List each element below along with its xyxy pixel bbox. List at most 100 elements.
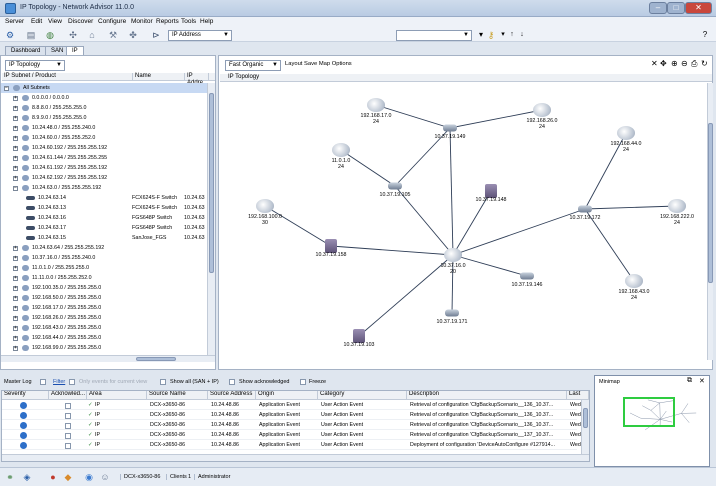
print-icon[interactable]: ⎙ [691, 59, 697, 69]
expand-toggle-icon[interactable]: + [13, 106, 18, 111]
expand-toggle-icon[interactable]: + [13, 176, 18, 181]
col-source-address[interactable]: Source Address [208, 391, 256, 399]
layout-select[interactable]: Fast Organic ▼ [225, 60, 281, 71]
col-source-name[interactable]: Source Name [147, 391, 208, 399]
acknowledge-checkbox[interactable] [65, 412, 71, 419]
filter-checkbox[interactable] [40, 379, 46, 385]
pan-icon[interactable]: ✥ [660, 59, 667, 68]
router-icon[interactable] [388, 182, 402, 190]
col-area[interactable]: Area [87, 391, 147, 399]
key-icon[interactable]: ⚷ [486, 30, 496, 40]
expand-toggle-icon[interactable]: + [13, 116, 18, 121]
menu-monitor[interactable]: Monitor [131, 18, 153, 25]
expand-toggle-icon[interactable]: + [13, 136, 18, 141]
acknowledge-checkbox[interactable] [65, 402, 71, 409]
subnet-cloud-icon[interactable] [533, 103, 551, 117]
freeze-checkbox[interactable] [300, 379, 306, 385]
menu-view[interactable]: View [48, 18, 62, 25]
col-last[interactable]: Last [567, 391, 589, 399]
subnet-cloud-icon[interactable] [332, 143, 350, 157]
show-ack-checkbox[interactable] [229, 379, 235, 385]
tree-device-row[interactable]: 10.24.63.17 FGS648P Switch 10.24.63 [1, 223, 207, 233]
col-name[interactable]: Name [133, 73, 185, 81]
expand-toggle-icon[interactable]: + [13, 326, 18, 331]
acknowledge-checkbox[interactable] [65, 422, 71, 429]
tree-subnet-row[interactable]: +192.168.26.0 / 255.255.255.0 [1, 313, 207, 323]
tree-device-row[interactable]: 10.24.63.15 SanJose_FGS 10.24.63 [1, 233, 207, 243]
menu-server[interactable]: Server [5, 18, 24, 25]
expand-toggle-icon[interactable]: + [13, 96, 18, 101]
minimap-dock-icon[interactable]: ⧉ [687, 377, 692, 385]
tree-subnet-row[interactable]: +10.24.48.0 / 255.255.240.0 [1, 123, 207, 133]
topology-view-select[interactable]: IP Topology ▼ [5, 60, 65, 71]
subnet-cloud-icon[interactable] [617, 126, 635, 140]
ip-address-select[interactable]: IP Address ▼ [168, 30, 232, 41]
layout-options-button[interactable]: Layout Save Map Options [285, 61, 352, 67]
tree-subnet-row[interactable]: − All Subnets [1, 83, 207, 93]
router-icon[interactable] [443, 124, 457, 132]
subnet-cloud-icon[interactable] [256, 199, 274, 213]
tree-subnet-row[interactable]: +10.24.60.192 / 255.255.255.192 [1, 143, 207, 153]
subnet-cloud-icon[interactable] [444, 248, 462, 262]
expand-toggle-icon[interactable]: + [13, 246, 18, 251]
tree-subnet-row[interactable]: +8.8.8.0 / 255.255.255.0 [1, 103, 207, 113]
tree-subnet-row[interactable]: +192.168.99.0 / 255.255.255.0 [1, 343, 207, 353]
subnet-cloud-icon[interactable] [367, 98, 385, 112]
subnet-cloud-icon[interactable] [668, 199, 686, 213]
tree-subnet-row[interactable]: +0.0.0.0 / 0.0.0.0 [1, 93, 207, 103]
subnet-cloud-icon[interactable] [625, 274, 643, 288]
topology-scrollbar[interactable] [707, 83, 713, 360]
col-ip-subnet[interactable]: IP Subnet / Product [2, 73, 133, 81]
tree-subnet-row[interactable]: +11.0.1.0 / 255.255.255.0 [1, 263, 207, 273]
expand-toggle-icon[interactable]: + [13, 346, 18, 351]
config-icon[interactable]: ⚒ [108, 30, 118, 40]
minimap-close-icon[interactable]: ✕ [699, 377, 705, 385]
tab-dashboard[interactable]: Dashboard [5, 46, 47, 55]
minimap-viewport[interactable] [623, 397, 675, 427]
expand-toggle-icon[interactable]: − [13, 186, 18, 191]
tab-ip[interactable]: IP [66, 46, 84, 55]
expand-toggle-icon[interactable]: + [13, 146, 18, 151]
help-icon[interactable]: ? [700, 30, 710, 40]
search-field[interactable]: ▼ [396, 30, 472, 41]
col-acknowledged[interactable]: Acknowled... [49, 391, 87, 399]
alert-icon[interactable]: ● [48, 472, 58, 482]
col-origin[interactable]: Origin [256, 391, 318, 399]
tree-subnet-row[interactable]: +10.24.61.144 / 255.255.255.255 [1, 153, 207, 163]
server-icon[interactable] [353, 329, 365, 343]
expand-toggle-icon[interactable]: + [13, 336, 18, 341]
col-category[interactable]: Category [318, 391, 407, 399]
device-icon[interactable]: ◉ [84, 472, 94, 482]
log-row[interactable]: ✓ IP DCX-x3650-86 10.24.48.86 Application Ev… [2, 441, 581, 450]
server-icon[interactable] [325, 239, 337, 253]
close-map-icon[interactable]: ✕ [651, 59, 658, 68]
maximize-button[interactable]: □ [667, 2, 685, 14]
find-icon[interactable]: ▾ [476, 30, 486, 40]
tree-subnet-row[interactable]: +8.9.9.0 / 255.255.255.0 [1, 113, 207, 123]
tree-subnet-row[interactable]: +192.100.35.0 / 255.255.255.0 [1, 283, 207, 293]
tree-subnet-row[interactable]: +192.168.50.0 / 255.255.255.0 [1, 293, 207, 303]
tree-subnet-row[interactable]: +10.24.61.192 / 255.255.255.192 [1, 163, 207, 173]
tree-subnet-row[interactable]: +11.11.0.0 / 255.255.252.0 [1, 273, 207, 283]
tree-device-row[interactable]: 10.24.63.14 FCX624S-F Switch 10.24.63 [1, 193, 207, 203]
menu-edit[interactable]: Edit [31, 18, 42, 25]
log-row[interactable]: ✓ IP DCX-x3650-86 10.24.48.86 Application Ev… [2, 421, 581, 430]
expand-toggle-icon[interactable]: + [13, 126, 18, 131]
tree-hscrollbar-thumb[interactable] [136, 357, 176, 361]
show-all-checkbox[interactable] [160, 379, 166, 385]
menu-reports[interactable]: Reports [156, 18, 179, 25]
log-scrollbar-thumb[interactable] [583, 408, 588, 428]
expand-toggle-icon[interactable]: − [4, 86, 9, 91]
up-icon[interactable]: ↑ [507, 30, 517, 40]
log-scrollbar[interactable] [581, 400, 589, 454]
close-button[interactable]: ✕ [685, 2, 712, 14]
user-icon[interactable]: ☺ [100, 472, 110, 482]
expand-toggle-icon[interactable]: + [13, 166, 18, 171]
expand-toggle-icon[interactable]: + [13, 286, 18, 291]
col-ip-address[interactable]: IP Addre [185, 73, 209, 86]
tree-subnet-row[interactable]: +192.168.17.0 / 255.255.255.0 [1, 303, 207, 313]
acknowledge-checkbox[interactable] [65, 442, 71, 449]
tree-scrollbar[interactable] [207, 83, 215, 355]
zoom-out-icon[interactable]: ⊖ [681, 59, 688, 68]
expand-toggle-icon[interactable]: + [13, 316, 18, 321]
